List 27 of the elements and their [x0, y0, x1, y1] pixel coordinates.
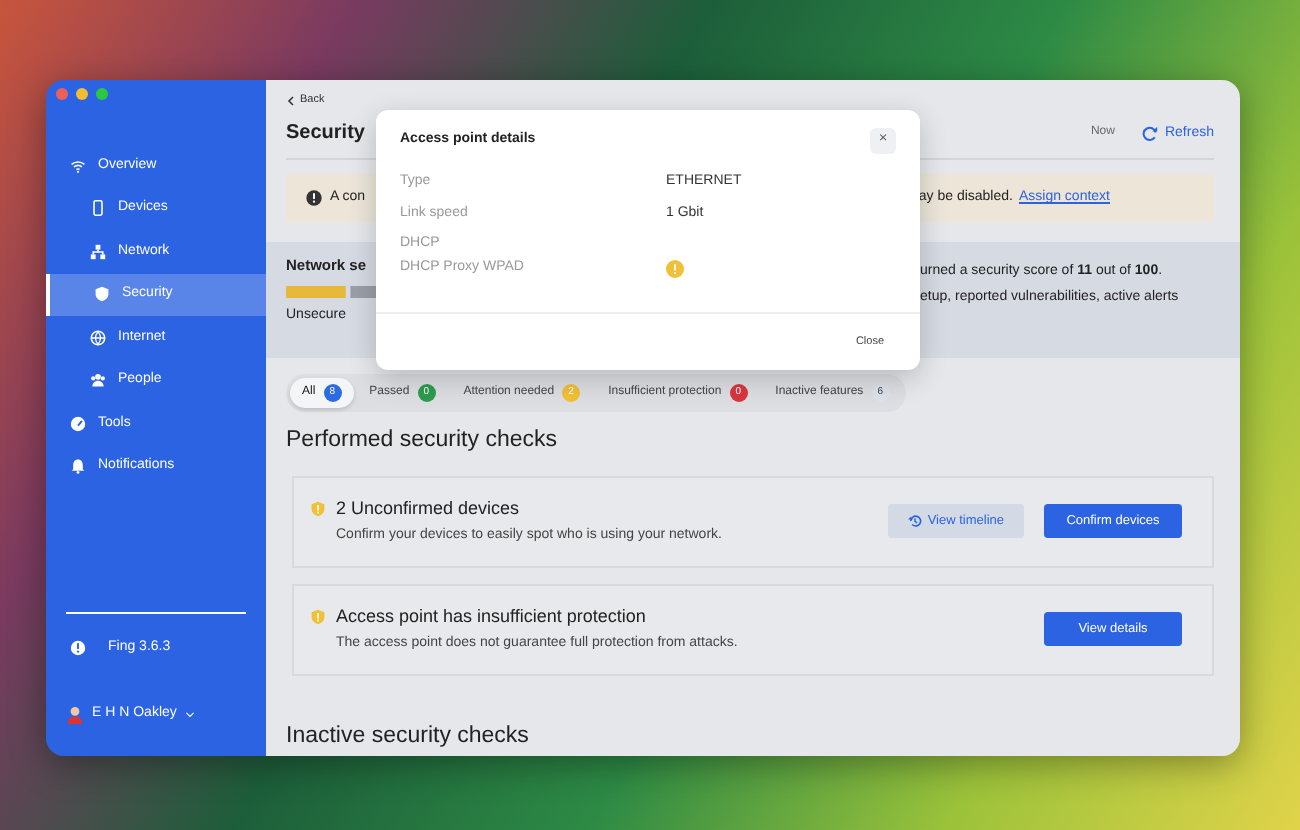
warning-shield-icon [310, 500, 326, 518]
window-control[interactable] [96, 88, 108, 100]
info-icon [70, 639, 86, 656]
window-control[interactable] [56, 88, 68, 100]
section-heading: Performed security checks [286, 426, 559, 457]
warning-dot-icon [666, 259, 684, 277]
chevron-down-icon [184, 708, 197, 721]
gauge-icon [70, 415, 86, 432]
check-title: Access point has insufficient protection [336, 603, 648, 630]
shield-icon [94, 286, 110, 303]
wifi-icon [70, 157, 86, 174]
avatar-icon [66, 703, 84, 726]
page-title: Security [286, 120, 365, 149]
refresh-icon [1142, 125, 1159, 142]
chevron-left-icon [286, 95, 296, 106]
phone-icon [90, 200, 106, 217]
score-bar-drawing [286, 285, 378, 297]
check-title: 2 Unconfirmed devices [336, 495, 522, 521]
window-control[interactable] [76, 88, 88, 100]
history-icon [907, 514, 922, 528]
globe-icon [90, 329, 106, 346]
warning-shield-icon [310, 608, 326, 626]
section-heading: Inactive security checks [286, 721, 531, 751]
network-icon [90, 243, 106, 260]
people-icon [90, 372, 106, 389]
info-icon [306, 190, 322, 207]
bell-icon [70, 458, 86, 475]
